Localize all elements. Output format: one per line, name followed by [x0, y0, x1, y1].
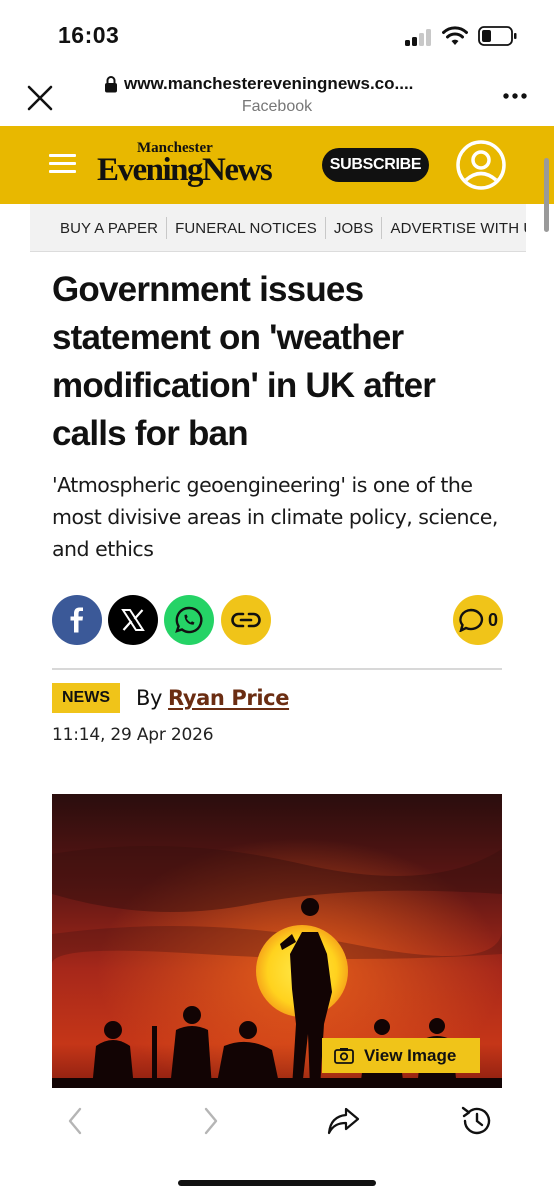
author-link[interactable]: Ryan Price	[168, 686, 289, 710]
home-indicator[interactable]	[178, 1180, 376, 1186]
gallery-icon	[334, 1048, 354, 1064]
hero-image[interactable]: View Image	[52, 794, 502, 1088]
share-whatsapp-button[interactable]	[164, 595, 214, 645]
back-button[interactable]	[58, 1104, 92, 1138]
link-icon	[231, 612, 261, 628]
subscribe-button[interactable]: SUBSCRIBE	[322, 148, 429, 182]
lock-icon	[105, 76, 117, 93]
battery-icon	[478, 26, 517, 46]
share-icon	[327, 1107, 360, 1135]
url-text: www.manchestereveningnews.co....	[124, 74, 414, 93]
nav-item-buy-a-paper[interactable]: BUY A PAPER	[30, 220, 166, 237]
menu-icon[interactable]	[49, 154, 76, 174]
article-headline: Government issues statement on 'weather …	[52, 270, 436, 453]
share-row: 0	[52, 595, 503, 647]
forward-button[interactable]	[194, 1104, 228, 1138]
cellular-signal-icon	[405, 29, 433, 46]
logo-main-text: EveningNews	[97, 152, 273, 188]
more-icon[interactable]	[502, 92, 528, 100]
back-icon	[68, 1107, 82, 1135]
site-header: Manchester EveningNews SUBSCRIBE	[0, 126, 554, 204]
view-image-label: View Image	[364, 1045, 457, 1065]
whatsapp-icon	[175, 606, 203, 634]
account-icon[interactable]	[455, 139, 507, 191]
x-icon	[121, 609, 145, 631]
copy-link-button[interactable]	[221, 595, 271, 645]
scrollbar[interactable]	[544, 158, 549, 232]
address-bar[interactable]: www.manchestereveningnews.co....	[104, 74, 413, 94]
forward-icon	[204, 1107, 218, 1135]
byline: By Ryan Price	[136, 686, 289, 710]
facebook-icon	[70, 607, 83, 633]
browser-bar: www.manchestereveningnews.co.... Faceboo…	[0, 62, 554, 126]
site-logo[interactable]: Manchester EveningNews	[97, 140, 287, 190]
nav-item-funeral-notices[interactable]: FUNERAL NOTICES	[167, 220, 325, 237]
share-button[interactable]	[326, 1104, 360, 1138]
comment-icon	[459, 608, 484, 632]
article-standfirst: 'Atmospheric geoengineering' is one of t…	[52, 473, 498, 561]
share-facebook-button[interactable]	[52, 595, 102, 645]
history-button[interactable]	[460, 1104, 494, 1138]
comments-button[interactable]: 0	[453, 595, 503, 645]
share-x-button[interactable]	[108, 595, 158, 645]
publish-timestamp: 11:14, 29 Apr 2026	[52, 725, 214, 745]
section-nav: BUY A PAPER FUNERAL NOTICES JOBS ADVERTI…	[30, 204, 526, 252]
category-badge[interactable]: NEWS	[52, 683, 120, 713]
url-source: Facebook	[241, 98, 313, 115]
divider	[52, 668, 502, 670]
nav-item-advertise[interactable]: ADVERTISE WITH US	[382, 220, 526, 237]
comment-count: 0	[487, 609, 498, 630]
nav-item-jobs[interactable]: JOBS	[326, 220, 382, 237]
byline-prefix: By	[136, 686, 163, 710]
browser-toolbar	[0, 1088, 554, 1199]
history-icon	[461, 1106, 491, 1135]
status-bar: 16:03	[0, 0, 554, 62]
wifi-icon	[442, 26, 468, 45]
view-image-button[interactable]: View Image	[322, 1038, 480, 1073]
status-time: 16:03	[58, 22, 120, 48]
